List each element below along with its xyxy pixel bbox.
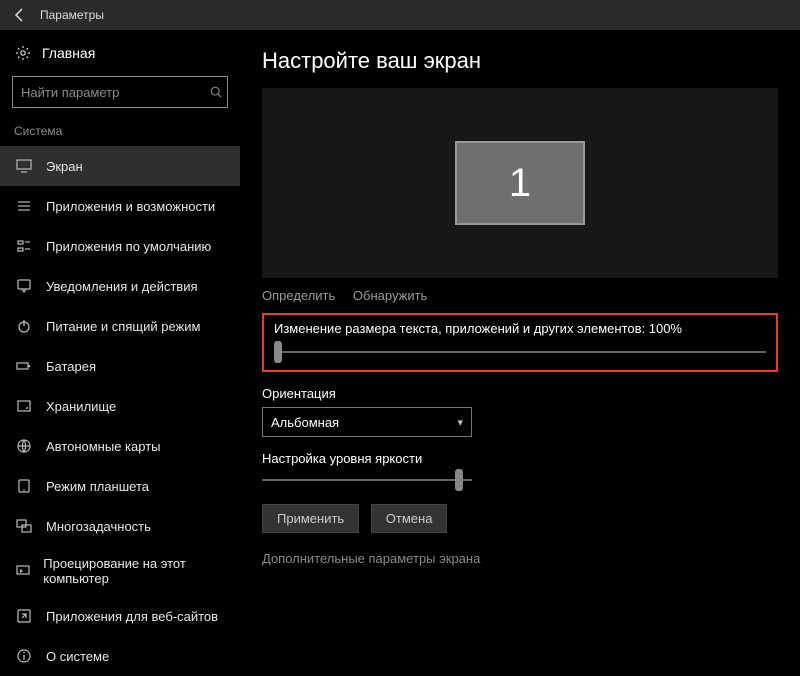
nav-label: Приложения для веб-сайтов: [46, 609, 218, 624]
orientation-label: Ориентация: [262, 386, 778, 401]
search-input[interactable]: [13, 85, 205, 100]
detect-link[interactable]: Обнаружить: [353, 288, 427, 303]
search-icon: [205, 85, 227, 99]
nav-label: Уведомления и действия: [46, 279, 198, 294]
nav-item-8[interactable]: Режим планшета: [0, 466, 240, 506]
tablet-icon: [14, 476, 34, 496]
nav-label: О системе: [46, 649, 109, 664]
home-row[interactable]: Главная: [0, 36, 240, 72]
nav-item-4[interactable]: Питание и спящий режим: [0, 306, 240, 346]
back-button[interactable]: [6, 1, 34, 29]
nav-label: Питание и спящий режим: [46, 319, 200, 334]
monitor-tile-1[interactable]: 1: [455, 141, 585, 225]
nav-label: Автономные карты: [46, 439, 161, 454]
gear-icon: [14, 44, 32, 62]
storage-icon: [14, 396, 34, 416]
nav-item-0[interactable]: Экран: [0, 146, 240, 186]
display-actions: Определить Обнаружить: [262, 288, 778, 303]
scale-highlight: Изменение размера текста, приложений и д…: [262, 313, 778, 372]
nav-item-3[interactable]: Уведомления и действия: [0, 266, 240, 306]
nav-label: Режим планшета: [46, 479, 149, 494]
scale-slider-track: [274, 351, 766, 353]
titlebar: Параметры: [0, 0, 800, 30]
nav-label: Приложения и возможности: [46, 199, 215, 214]
scale-slider-thumb[interactable]: [274, 341, 282, 363]
battery-icon: [14, 356, 34, 376]
nav-item-10[interactable]: Проецирование на этот компьютер: [0, 546, 240, 596]
window-title: Параметры: [40, 8, 104, 22]
nav-item-7[interactable]: Автономные карты: [0, 426, 240, 466]
nav-item-9[interactable]: Многозадачность: [0, 506, 240, 546]
category-label: Система: [0, 120, 240, 146]
apps-icon: [14, 196, 34, 216]
back-arrow-icon: [12, 7, 28, 23]
orientation-dropdown[interactable]: Альбомная ▾: [262, 407, 472, 437]
maps-icon: [14, 436, 34, 456]
nav-item-6[interactable]: Хранилище: [0, 386, 240, 426]
notifications-icon: [14, 276, 34, 296]
orientation-value: Альбомная: [271, 415, 339, 430]
brightness-label: Настройка уровня яркости: [262, 451, 778, 466]
page-heading: Настройте ваш экран: [262, 48, 778, 74]
nav-item-12[interactable]: О системе: [0, 636, 240, 676]
weblink-icon: [14, 606, 34, 626]
home-label: Главная: [42, 45, 95, 61]
brightness-slider-track: [262, 479, 472, 481]
chevron-down-icon: ▾: [457, 416, 463, 429]
apply-button[interactable]: Применить: [262, 504, 359, 533]
nav-label: Проецирование на этот компьютер: [43, 556, 226, 586]
display-preview: 1: [262, 88, 778, 278]
nav-label: Хранилище: [46, 399, 116, 414]
nav-label: Экран: [46, 159, 83, 174]
identify-link[interactable]: Определить: [262, 288, 335, 303]
scale-label: Изменение размера текста, приложений и д…: [274, 321, 766, 336]
search-field[interactable]: [12, 76, 228, 108]
nav-item-1[interactable]: Приложения и возможности: [0, 186, 240, 226]
nav-label: Многозадачность: [46, 519, 151, 534]
multitask-icon: [14, 516, 34, 536]
brightness-slider[interactable]: [262, 472, 472, 488]
nav-item-2[interactable]: Приложения по умолчанию: [0, 226, 240, 266]
scale-slider[interactable]: [274, 344, 766, 360]
about-icon: [14, 646, 34, 666]
monitor-icon: [14, 156, 34, 176]
sidebar: Главная Система Экран Приложения и возмож…: [0, 30, 240, 633]
defaults-icon: [14, 236, 34, 256]
power-icon: [14, 316, 34, 336]
content-area: Настройте ваш экран 1 Определить Обнаруж…: [240, 30, 800, 633]
nav-label: Приложения по умолчанию: [46, 239, 211, 254]
cancel-button[interactable]: Отмена: [371, 504, 448, 533]
nav-item-5[interactable]: Батарея: [0, 346, 240, 386]
advanced-settings-link[interactable]: Дополнительные параметры экрана: [262, 551, 778, 566]
brightness-slider-thumb[interactable]: [455, 469, 463, 491]
nav-label: Батарея: [46, 359, 96, 374]
monitor-number: 1: [509, 161, 531, 206]
project-icon: [14, 561, 31, 581]
nav-item-11[interactable]: Приложения для веб-сайтов: [0, 596, 240, 636]
